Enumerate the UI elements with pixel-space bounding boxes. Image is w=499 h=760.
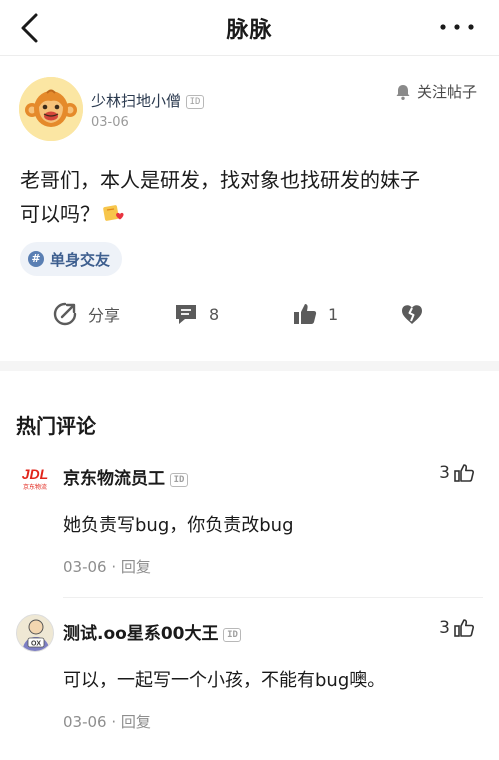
comment-avatar[interactable]: JDL 京东物流 [16,459,54,497]
post-content-line1: 老哥们，本人是研发，找对象也找研发的妹子 [20,168,420,192]
comment-item: OX 测试.oo星系00大王 ID 3 可以，一起写一个小孩，不能有bug噢。 0… [0,614,499,754]
heart-gift-emoji-icon [103,205,124,221]
follow-label: 关注帖子 [416,83,477,101]
author-avatar[interactable] [19,77,83,141]
comment-item: JDL 京东物流 京东物流员工 ID 3 她负责写bug，你负责改bug 03-0… [0,459,499,599]
topic-label: 单身交友 [50,250,111,269]
topic-hash-icon: # [28,251,44,267]
post-content: 老哥们，本人是研发，找对象也找研发的妹子 可以吗？ [20,163,490,231]
avatar-text: OX [31,641,41,648]
author-name[interactable]: 少林扫地小僧 ID [91,90,205,111]
post-content-line2: 可以吗？ [20,202,100,226]
thumbs-up-icon [294,304,317,324]
action-bar: 分享 8 1 [0,297,499,333]
reply-button[interactable]: 回复 [121,558,151,576]
comment-avatar[interactable]: OX [16,614,54,652]
post-date: 03-06 [91,115,129,130]
navbar: 脉脉 [0,0,499,56]
comment-like-count: 3 [439,618,450,638]
page-title: 脉脉 [226,18,273,43]
dislike-button[interactable] [399,301,435,327]
like-button[interactable]: 1 [292,301,338,327]
comment-author[interactable]: 京东物流员工 ID [63,464,188,489]
share-label: 分享 [88,306,121,325]
comment-author-text: 京东物流员工 [63,469,165,489]
comment-icon [176,305,196,324]
hot-comments-title: 热门评论 [16,414,96,438]
comment-like-count: 3 [439,463,450,483]
avatar-subtext: 京东物流 [23,483,47,491]
broken-heart-icon [402,305,422,324]
monkey-avatar-icon [19,77,83,141]
post-card: 少林扫地小僧 ID 03-06 关注帖子 老哥们，本人是研发，找对象也找研发的妹子… [0,57,499,361]
id-badge: ID [170,473,188,487]
comment-author[interactable]: 测试.oo星系00大王 ID [63,619,242,644]
post-content-line2-wrap: 可以吗？ [20,197,490,231]
author-name-text: 少林扫地小僧 [91,92,182,110]
id-badge: ID [186,95,205,109]
share-button[interactable]: 分享 [52,301,120,327]
more-button[interactable] [437,12,477,42]
avatar-text: JDL [22,466,48,482]
comment-date: 03-06 [63,713,107,731]
comment-meta: 03-06 · 回复 [63,558,151,576]
jdl-logo-icon: JDL 京东物流 [22,466,48,491]
comment-like-button[interactable]: 3 [439,462,475,484]
tester-avatar-icon: OX [22,619,50,651]
comment-meta: 03-06 · 回复 [63,713,151,731]
section-divider [0,361,499,371]
thumbs-up-outline-icon [454,619,474,637]
like-count: 1 [328,304,339,324]
comment-date: 03-06 [63,558,107,576]
share-icon [53,302,77,326]
follow-post-button[interactable]: 关注帖子 [394,81,477,102]
comment-separator [63,597,483,598]
more-dots-icon [440,24,474,30]
bell-icon [396,84,410,100]
comment-author-text: 测试.oo星系00大王 [63,624,219,644]
comment-text: 可以，一起写一个小孩，不能有bug噢。 [63,670,386,691]
comment-text: 她负责写bug，你负责改bug [63,515,294,536]
reply-button[interactable]: 回复 [121,713,151,731]
topic-tag[interactable]: # 单身交友 [20,242,123,276]
id-badge: ID [223,628,242,642]
comment-count: 8 [209,304,220,324]
comment-button[interactable]: 8 [173,301,219,327]
comment-like-button[interactable]: 3 [439,617,475,639]
thumbs-up-outline-icon [454,464,474,482]
